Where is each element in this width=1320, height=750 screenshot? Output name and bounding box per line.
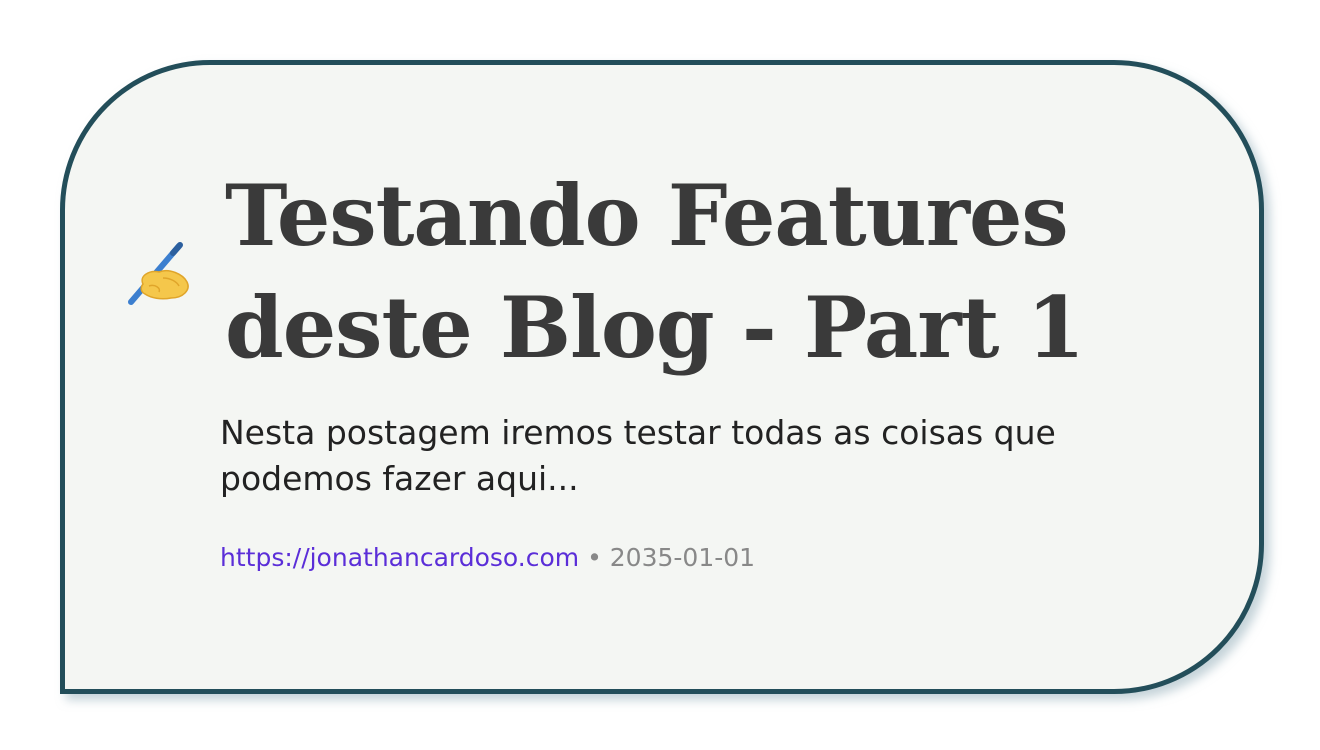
post-title: Testando Features deste Blog - Part 1: [225, 166, 1085, 377]
meta-separator: •: [587, 543, 602, 572]
post-meta: https://jonathancardoso.com • 2035-01-01: [220, 540, 755, 576]
writing-hand-icon: [128, 242, 189, 305]
post-date: 2035-01-01: [609, 543, 756, 572]
post-description: Nesta postagem iremos testar todas as co…: [220, 413, 1056, 498]
post-url-link[interactable]: https://jonathancardoso.com: [220, 543, 579, 572]
